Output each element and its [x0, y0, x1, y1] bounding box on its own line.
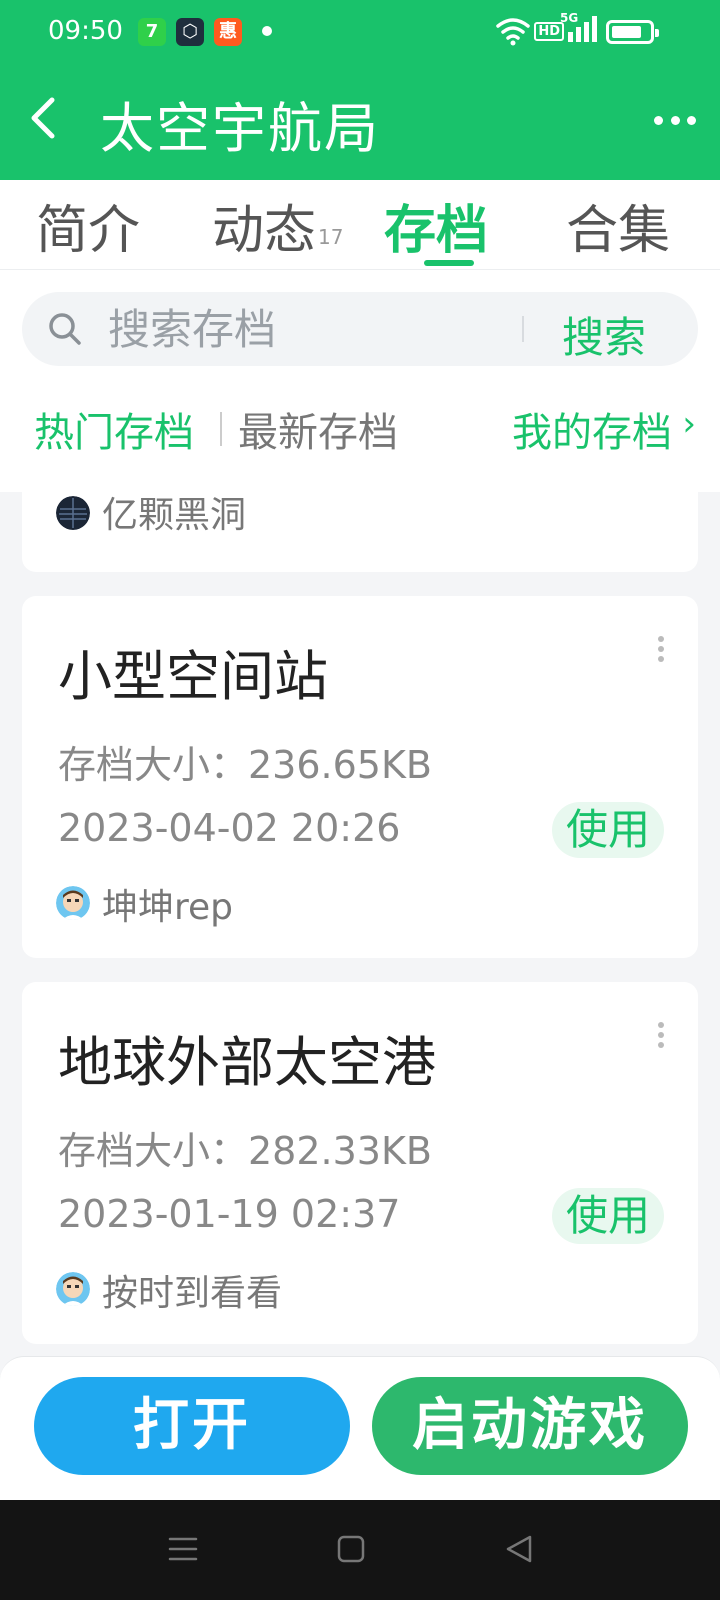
back-icon[interactable] [504, 1534, 534, 1564]
launch-game-button[interactable]: 启动游戏 [372, 1377, 688, 1475]
my-saves-link[interactable]: 我的存档 [512, 400, 672, 458]
filter-hot-saves[interactable]: 热门存档 [34, 400, 194, 458]
save-card[interactable]: 亿颗黑洞 [22, 492, 698, 572]
use-save-button[interactable]: 使用 [552, 1188, 664, 1244]
save-author: 亿颗黑洞 [102, 495, 247, 536]
save-filters: 热门存档 最新存档 我的存档 › [0, 400, 720, 460]
status-time: 09:50 [48, 16, 123, 46]
search-icon [49, 313, 81, 345]
app-notification-icon: 7 [138, 18, 166, 46]
save-size: 存档大小：282.33KB [58, 1129, 432, 1173]
tab-saves[interactable]: 存档 [384, 188, 488, 263]
page-title: 太空宇航局 [100, 97, 380, 160]
save-size: 存档大小：236.65KB [58, 743, 432, 787]
search-bar: 搜索 [22, 292, 698, 366]
filter-latest-saves[interactable]: 最新存档 [238, 400, 398, 458]
app-notification-icon: ⬡ [176, 18, 204, 46]
save-date: 2023-01-19 02:37 [58, 1192, 401, 1236]
save-title: 小型空间站 [58, 645, 328, 708]
save-author: 坤坤rep [102, 887, 234, 928]
tab-collections[interactable]: 合集 [566, 188, 670, 263]
save-date: 2023-04-02 20:26 [58, 806, 401, 850]
card-menu-icon[interactable] [656, 636, 666, 662]
card-menu-icon[interactable] [656, 1022, 666, 1048]
bottom-action-bar: 打开 启动游戏 [0, 1356, 720, 1500]
search-section: 搜索 热门存档 最新存档 我的存档 › [0, 270, 720, 492]
divider [220, 412, 222, 446]
open-button[interactable]: 打开 [34, 1377, 350, 1475]
save-card[interactable]: 小型空间站 存档大小：236.65KB 2023-04-02 20:26 使用 … [22, 596, 698, 958]
search-input[interactable] [108, 302, 508, 356]
tab-updates[interactable]: 动态 17 [212, 188, 343, 263]
app-header: 09:50 7 ⬡ 惠 HD 5G 太空宇航局 [0, 0, 720, 180]
more-notifications-dot [262, 26, 272, 36]
avatar [56, 886, 90, 920]
menu-icon[interactable] [168, 1534, 198, 1564]
status-bar: 09:50 7 ⬡ 惠 HD 5G [0, 0, 720, 64]
use-save-button[interactable]: 使用 [552, 802, 664, 858]
wifi-icon [496, 18, 530, 46]
avatar [56, 496, 90, 530]
tab-badge: 17 [318, 225, 344, 249]
chevron-right-icon: › [682, 404, 696, 444]
signal-icon: 5G [560, 12, 598, 48]
active-tab-indicator [424, 260, 474, 266]
app-notification-icon: 惠 [214, 18, 242, 46]
more-menu-icon[interactable] [654, 112, 696, 128]
tab-intro[interactable]: 简介 [36, 188, 140, 263]
save-title: 地球外部太空港 [58, 1031, 436, 1094]
avatar [56, 1272, 90, 1306]
system-navigation-bar [0, 1500, 720, 1600]
save-author: 按时到看看 [102, 1273, 283, 1314]
home-icon[interactable] [336, 1534, 366, 1564]
divider [522, 316, 524, 342]
tab-bar: 简介 动态 17 存档 合集 [0, 180, 720, 270]
save-card[interactable]: 地球外部太空港 存档大小：282.33KB 2023-01-19 02:37 使… [22, 982, 698, 1344]
battery-icon [606, 20, 659, 44]
search-button[interactable]: 搜索 [562, 304, 646, 365]
back-arrow-icon[interactable] [28, 96, 58, 140]
